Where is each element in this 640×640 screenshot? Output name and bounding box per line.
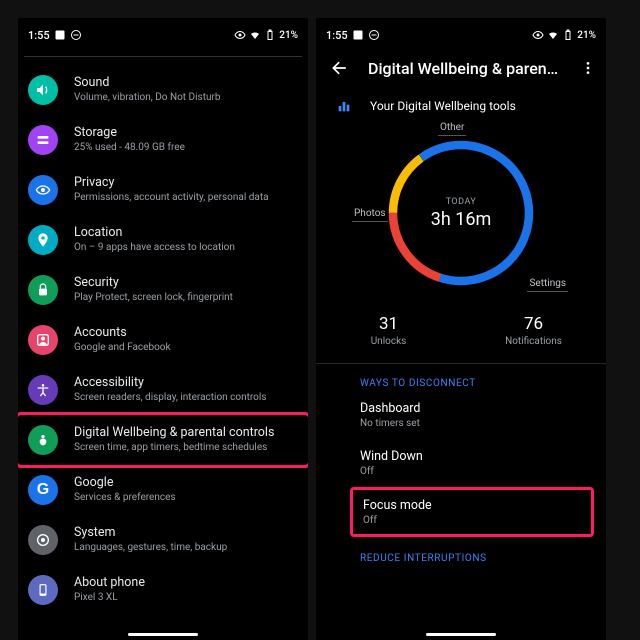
- stat-notifications[interactable]: 76 Notifications: [461, 314, 606, 347]
- clock: 1:55: [28, 29, 50, 42]
- clock: 1:55: [326, 29, 348, 42]
- stat-unlocks[interactable]: 31 Unlocks: [316, 314, 461, 347]
- option-dashboard[interactable]: Dashboard No timers set: [316, 391, 606, 439]
- option-winddown[interactable]: Wind Down Off: [316, 439, 606, 487]
- highlight-box: Digital Wellbeing & parental controls Scr…: [18, 412, 308, 468]
- opt-sub: Off: [360, 466, 596, 477]
- today-label: TODAY: [446, 197, 477, 207]
- battery-pct: 21%: [577, 30, 596, 41]
- app-header: Digital Wellbeing & parental c…: [316, 42, 606, 88]
- tools-label: Your Digital Wellbeing tools: [370, 99, 516, 113]
- nav-handle[interactable]: [426, 633, 496, 636]
- category-disconnect: Ways to disconnect: [316, 364, 606, 391]
- stat-number: 31: [316, 314, 461, 334]
- opt-title: Wind Down: [360, 449, 596, 464]
- settings-row-sound[interactable]: Sound Volume, vibration, Do Not Disturb: [18, 65, 308, 115]
- settings-row-location[interactable]: Location On – 9 apps have access to locat…: [18, 215, 308, 265]
- dnd-icon: [368, 29, 380, 41]
- stats-row: 31 Unlocks 76 Notifications: [316, 300, 606, 363]
- stat-label: Unlocks: [316, 336, 461, 347]
- row-sub: Google and Facebook: [74, 342, 294, 355]
- row-sub: Screen time, app timers, bedtime schedul…: [74, 442, 294, 455]
- back-icon[interactable]: [330, 58, 350, 78]
- about-icon: [28, 575, 58, 605]
- status-bar: 1:55 21%: [316, 18, 606, 42]
- settings-row-privacy[interactable]: Privacy Permissions, account activity, pe…: [18, 165, 308, 215]
- today-value: 3h 16m: [431, 209, 492, 230]
- battery-icon: [562, 29, 574, 41]
- donut-center: TODAY 3h 16m: [376, 128, 546, 298]
- highlight-box: Focus mode Off: [350, 487, 594, 537]
- nav-handle[interactable]: [128, 633, 198, 636]
- dnd-icon: [70, 29, 82, 41]
- bar-chart-icon: [336, 98, 352, 114]
- settings-row-storage[interactable]: Storage 25% used - 48.09 GB free: [18, 115, 308, 165]
- row-title: Privacy: [74, 175, 294, 190]
- privacy-icon: [28, 175, 58, 205]
- stat-number: 76: [461, 314, 606, 334]
- seg-photos: Photos: [352, 208, 388, 222]
- row-sub: Languages, gestures, time, backup: [74, 542, 294, 555]
- row-title: Accounts: [74, 325, 294, 340]
- wifi-icon: [547, 29, 559, 41]
- settings-row-accounts[interactable]: Accounts Google and Facebook: [18, 315, 308, 365]
- row-title: Digital Wellbeing & parental controls: [74, 425, 294, 440]
- row-sub: 25% used - 48.09 GB free: [74, 142, 294, 155]
- settings-row-google[interactable]: G Google Services & preferences: [18, 465, 308, 515]
- divider: [24, 56, 302, 57]
- row-sub: Screen readers, display, interaction con…: [74, 392, 294, 405]
- battery-icon: [264, 29, 276, 41]
- image-icon: [54, 29, 66, 41]
- overflow-icon[interactable]: [580, 60, 596, 76]
- row-sub: Services & preferences: [74, 492, 294, 505]
- settings-row-system[interactable]: System Languages, gestures, time, backup: [18, 515, 308, 565]
- row-sub: Pixel 3 XL: [74, 592, 294, 605]
- google-icon: G: [28, 475, 58, 505]
- row-title: About phone: [74, 575, 294, 590]
- tools-row: Your Digital Wellbeing tools: [316, 88, 606, 122]
- settings-row-security[interactable]: Security Play Protect, screen lock, finge…: [18, 265, 308, 315]
- opt-title: Dashboard: [360, 401, 596, 416]
- location-icon: [28, 225, 58, 255]
- page-title: Digital Wellbeing & parental c…: [368, 59, 562, 78]
- settings-screen: 1:55 21% Sound Volume, vibration, Do Not …: [18, 18, 308, 640]
- row-sub: Volume, vibration, Do Not Disturb: [74, 92, 294, 105]
- seg-settings: Settings: [527, 278, 568, 292]
- option-focusmode[interactable]: Focus mode Off: [353, 490, 591, 534]
- settings-row-accessibility[interactable]: Accessibility Screen readers, display, in…: [18, 365, 308, 415]
- row-title: System: [74, 525, 294, 540]
- row-title: Security: [74, 275, 294, 290]
- row-title: Accessibility: [74, 375, 294, 390]
- accessibility-icon: [28, 375, 58, 405]
- row-sub: On – 9 apps have access to location: [74, 242, 294, 255]
- system-icon: [28, 525, 58, 555]
- settings-row-about[interactable]: About phone Pixel 3 XL: [18, 565, 308, 615]
- row-title: Location: [74, 225, 294, 240]
- storage-icon: [28, 125, 58, 155]
- seg-other: Other: [438, 122, 466, 136]
- settings-row-wellbeing[interactable]: Digital Wellbeing & parental controls Scr…: [18, 415, 308, 465]
- eye-icon: [532, 29, 544, 41]
- row-sub: Play Protect, screen lock, fingerprint: [74, 292, 294, 305]
- sound-icon: [28, 75, 58, 105]
- category-reduce: Reduce interruptions: [316, 537, 606, 566]
- wellbeing-screen: 1:55 21% Digital Wellbeing & parental c……: [316, 18, 606, 640]
- eye-icon: [234, 29, 246, 41]
- row-title: Sound: [74, 75, 294, 90]
- row-title: Google: [74, 475, 294, 490]
- usage-donut[interactable]: TODAY 3h 16m Other Photos Settings: [376, 128, 546, 298]
- image-icon: [352, 29, 364, 41]
- row-sub: Permissions, account activity, personal …: [74, 192, 294, 205]
- accounts-icon: [28, 325, 58, 355]
- status-bar: 1:55 21%: [18, 18, 308, 42]
- opt-sub: No timers set: [360, 418, 596, 429]
- wellbeing-icon: [28, 425, 58, 455]
- stat-label: Notifications: [461, 336, 606, 347]
- opt-sub: Off: [363, 515, 581, 526]
- wifi-icon: [249, 29, 261, 41]
- security-icon: [28, 275, 58, 305]
- battery-pct: 21%: [279, 30, 298, 41]
- row-title: Storage: [74, 125, 294, 140]
- opt-title: Focus mode: [363, 498, 581, 513]
